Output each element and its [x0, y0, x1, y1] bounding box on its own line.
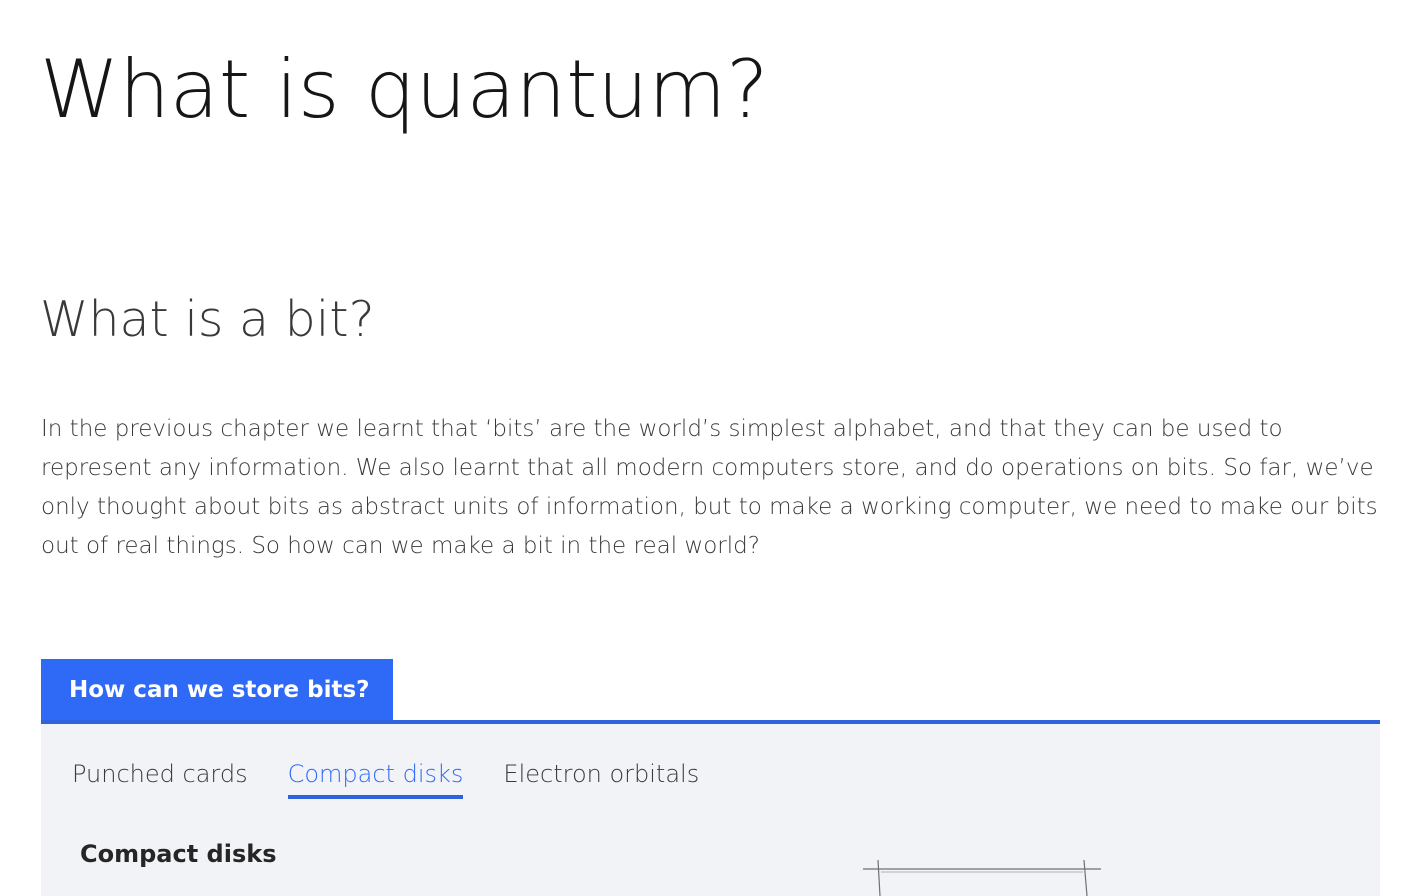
compact-disk-sketch	[863, 859, 1101, 896]
sketch-left-line	[877, 859, 881, 896]
section-title: What is a bit?	[40, 291, 375, 348]
page-title: What is quantum?	[40, 43, 769, 136]
page: What is quantum? What is a bit? In the p…	[0, 0, 1408, 896]
tab-electron-orbitals[interactable]: Electron orbitals	[503, 754, 699, 796]
storage-tabs: Punched cards Compact disks Electron orb…	[72, 754, 699, 799]
tab-punched-cards[interactable]: Punched cards	[72, 754, 248, 796]
tab-compact-disks[interactable]: Compact disks	[287, 754, 463, 799]
sketch-right-line	[1083, 859, 1088, 896]
intro-paragraph: In the previous chapter we learnt that ‘…	[41, 416, 1378, 559]
widget-panel: Punched cards Compact disks Electron orb…	[41, 724, 1380, 896]
widget-header-label: How can we store bits?	[69, 677, 370, 703]
widget-header-tab: How can we store bits?	[41, 659, 393, 721]
panel-heading: Compact disks	[80, 840, 277, 868]
